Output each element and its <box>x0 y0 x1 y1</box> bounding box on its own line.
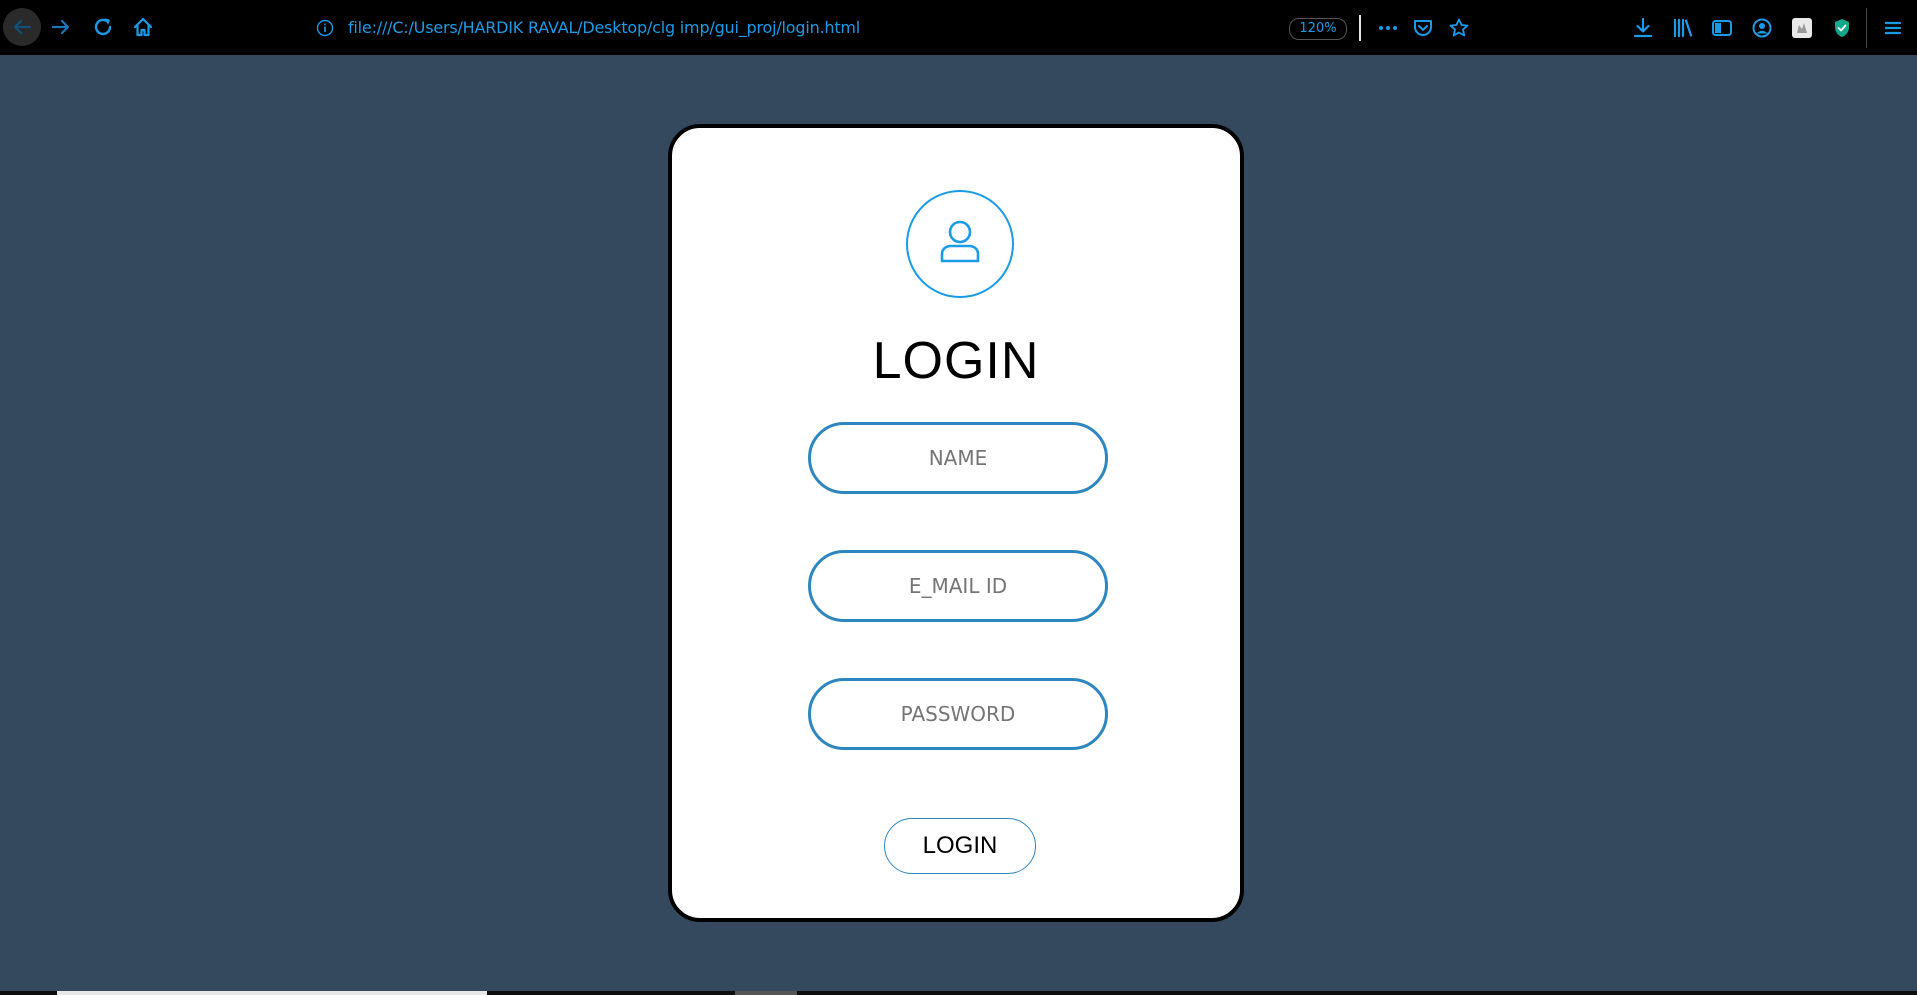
more-icon[interactable] <box>1377 17 1399 39</box>
toolbar-divider-right <box>1866 8 1867 48</box>
browser-toolbar: file:///C:/Users/HARDIK RAVAL/Desktop/cl… <box>0 0 1917 55</box>
info-icon[interactable] <box>316 19 334 37</box>
forward-arrow-icon <box>50 16 72 38</box>
back-arrow-icon <box>11 16 33 38</box>
reload-icon <box>92 16 114 38</box>
page-title: LOGIN <box>872 332 1040 390</box>
email-input[interactable] <box>808 550 1108 622</box>
sidebar-icon[interactable] <box>1711 17 1733 39</box>
library-icon[interactable] <box>1672 17 1694 39</box>
login-button[interactable]: LOGIN <box>884 818 1036 874</box>
account-icon[interactable] <box>1751 17 1773 39</box>
avatar <box>906 190 1014 298</box>
scrollbar-thumb[interactable] <box>57 991 487 995</box>
login-card: LOGIN LOGIN <box>668 124 1244 922</box>
pocket-icon[interactable] <box>1412 17 1434 39</box>
menu-icon[interactable] <box>1882 17 1904 39</box>
extension-icon[interactable] <box>1791 17 1813 39</box>
name-input[interactable] <box>808 422 1108 494</box>
user-icon <box>937 217 983 271</box>
password-input[interactable] <box>808 678 1108 750</box>
back-button[interactable] <box>3 8 41 46</box>
download-icon[interactable] <box>1632 17 1654 39</box>
bookmark-star-icon[interactable] <box>1448 17 1470 39</box>
reload-button[interactable] <box>84 8 122 46</box>
toolbar-divider <box>1359 15 1361 41</box>
home-button[interactable] <box>124 8 162 46</box>
forward-button[interactable] <box>42 8 80 46</box>
home-icon <box>132 16 154 38</box>
zoom-level-badge[interactable]: 120% <box>1289 18 1347 40</box>
horizontal-scrollbar[interactable] <box>0 991 1917 995</box>
shield-icon[interactable] <box>1831 17 1853 39</box>
scrollbar-marker <box>735 991 797 995</box>
address-bar-url[interactable]: file:///C:/Users/HARDIK RAVAL/Desktop/cl… <box>348 18 860 37</box>
